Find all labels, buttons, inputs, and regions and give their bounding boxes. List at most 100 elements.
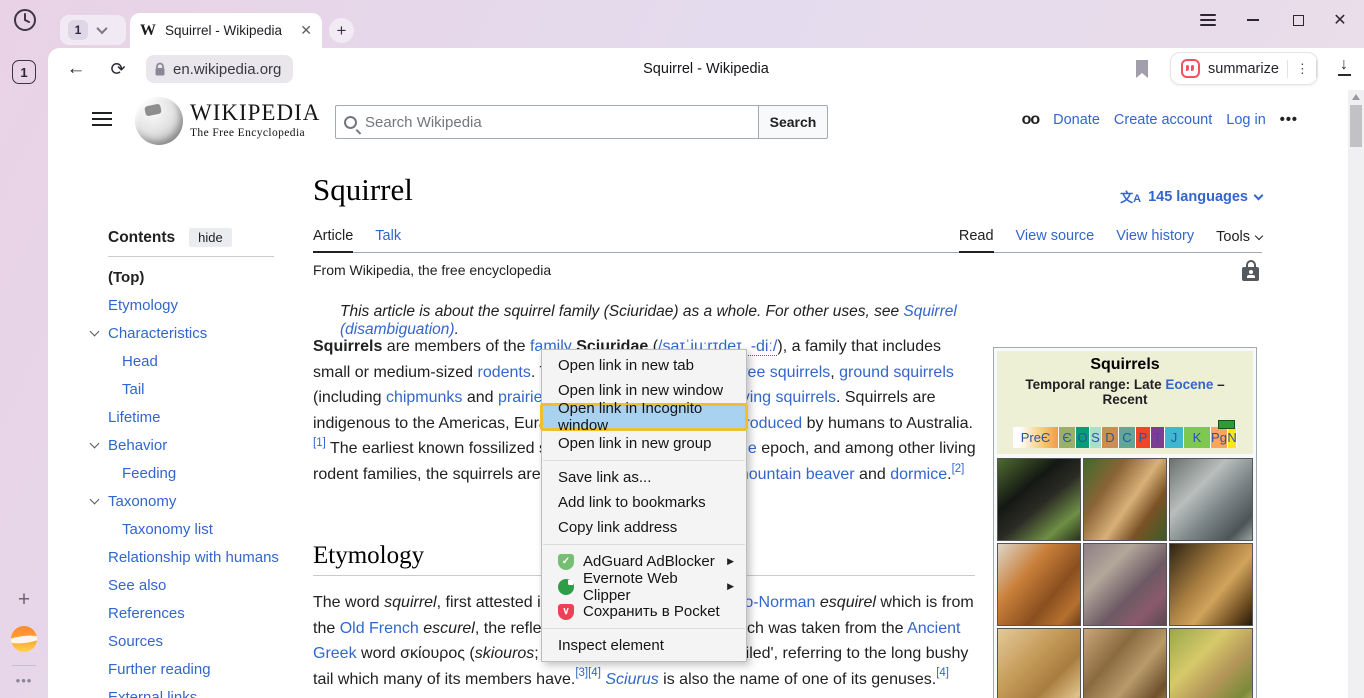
address-bar[interactable]: en.wikipedia.org: [146, 55, 293, 83]
toc-hide-button[interactable]: hide: [189, 228, 232, 247]
context-menu-item[interactable]: Open link in new tab: [542, 353, 746, 378]
toc-item[interactable]: See also: [85, 571, 311, 599]
header-more-icon[interactable]: •••: [1280, 112, 1298, 128]
tab-view-source[interactable]: View source: [1016, 228, 1095, 252]
timescale-segment[interactable]: K: [1184, 427, 1211, 448]
inline-link[interactable]: [2]: [952, 463, 965, 475]
tab-read[interactable]: Read: [959, 228, 994, 253]
minimize-button[interactable]: [1243, 10, 1263, 30]
squirrel-photo[interactable]: [997, 543, 1081, 626]
tab-view-history[interactable]: View history: [1116, 228, 1194, 252]
inline-link[interactable]: dormice: [890, 466, 947, 483]
toc-item[interactable]: Relationship with humans: [85, 543, 311, 571]
inline-link[interactable]: Sciurus: [605, 671, 658, 688]
tab-close-icon[interactable]: ✕: [300, 22, 312, 39]
login-link[interactable]: Log in: [1226, 112, 1266, 128]
timescale-segment[interactable]: Є: [1059, 427, 1076, 448]
timescale-segment[interactable]: J: [1165, 427, 1184, 448]
search-input[interactable]: [365, 114, 750, 131]
history-clock-icon[interactable]: [12, 7, 38, 33]
inline-link[interactable]: [3][4]: [575, 667, 601, 679]
inline-link[interactable]: [4]: [936, 667, 949, 679]
timescale-segment[interactable]: S: [1090, 427, 1102, 448]
squirrel-photo[interactable]: [1169, 628, 1253, 698]
tab-group-chip[interactable]: 1: [60, 15, 126, 45]
toc-item[interactable]: Head: [85, 347, 311, 375]
timescale-segment[interactable]: PreЄ: [1013, 427, 1059, 448]
toc-item[interactable]: Further reading: [85, 655, 311, 683]
chevron-down-icon[interactable]: [96, 23, 107, 34]
squirrel-photo[interactable]: [997, 458, 1081, 541]
tab-tools[interactable]: Tools: [1216, 228, 1262, 252]
squirrel-photo[interactable]: [1083, 628, 1167, 698]
back-button[interactable]: ←: [62, 55, 90, 83]
wikipedia-globe-logo[interactable]: [135, 97, 183, 145]
maximize-button[interactable]: [1288, 10, 1308, 30]
toc-item[interactable]: Feeding: [85, 459, 311, 487]
squirrel-photo[interactable]: [1083, 543, 1167, 626]
toc-item[interactable]: Taxonomy list: [85, 515, 311, 543]
bookmark-icon[interactable]: [1134, 59, 1150, 84]
languages-button[interactable]: 文A 145 languages: [1120, 187, 1262, 206]
inline-link[interactable]: Old French: [340, 620, 419, 637]
chevron-down-icon[interactable]: [90, 439, 100, 449]
wikimedia-oo-icon[interactable]: oo: [1022, 111, 1040, 129]
timescale-segment[interactable]: C: [1119, 427, 1136, 448]
toc-item[interactable]: References: [85, 599, 311, 627]
yandex-app-icon[interactable]: [11, 626, 37, 652]
summarize-button[interactable]: summarize ⋮: [1170, 52, 1318, 85]
browser-tab[interactable]: W Squirrel - Wikipedia ✕: [130, 13, 322, 48]
new-tab-button[interactable]: +: [329, 18, 354, 43]
context-menu-item[interactable]: Open link in Incognito window: [540, 403, 748, 431]
squirrel-photo[interactable]: [1169, 543, 1253, 626]
context-menu-item[interactable]: Open link in new group: [542, 431, 746, 456]
page-scrollbar[interactable]: [1348, 90, 1364, 698]
inline-link[interactable]: ground squirrels: [839, 364, 954, 381]
search-button[interactable]: Search: [758, 105, 828, 139]
timescale-segment[interactable]: D: [1102, 427, 1119, 448]
inline-link[interactable]: rodents: [477, 364, 530, 381]
toc-item[interactable]: Sources: [85, 627, 311, 655]
toc-item[interactable]: Tail: [85, 375, 311, 403]
toc-item[interactable]: Etymology: [85, 291, 311, 319]
summarize-more-icon[interactable]: ⋮: [1296, 61, 1309, 77]
toc-item[interactable]: Lifetime: [85, 403, 311, 431]
toc-item[interactable]: Characteristics: [85, 319, 311, 347]
inline-link[interactable]: [1]: [313, 437, 326, 449]
wiki-search-box[interactable]: [335, 105, 759, 139]
context-menu-item[interactable]: Add link to bookmarks: [542, 490, 746, 515]
create-account-link[interactable]: Create account: [1114, 112, 1212, 128]
chevron-down-icon[interactable]: [90, 495, 100, 505]
window-close-button[interactable]: ✕: [1330, 10, 1350, 30]
tab-talk[interactable]: Talk: [375, 228, 401, 252]
squirrel-photo[interactable]: [997, 628, 1081, 698]
context-menu-item[interactable]: Inspect element: [542, 633, 746, 658]
toc-item[interactable]: Taxonomy: [85, 487, 311, 515]
inline-link[interactable]: Eocene: [1165, 377, 1213, 392]
browser-menu-icon[interactable]: [1198, 10, 1218, 30]
context-menu-item[interactable]: ∨Сохранить в Pocket: [542, 599, 746, 624]
rail-more-icon[interactable]: •••: [0, 673, 48, 688]
timescale-segment[interactable]: O: [1076, 427, 1090, 448]
rail-add-icon[interactable]: +: [0, 588, 48, 612]
chevron-down-icon[interactable]: [90, 327, 100, 337]
inline-link[interactable]: flying squirrels: [734, 389, 836, 406]
page-protection-lock-icon[interactable]: [1242, 260, 1259, 281]
squirrel-photo[interactable]: [1083, 458, 1167, 541]
scrollbar-up-arrow[interactable]: [1352, 94, 1360, 100]
toc-item[interactable]: Behavior: [85, 431, 311, 459]
timescale-segment[interactable]: Pg: [1211, 427, 1228, 448]
inline-link[interactable]: chipmunks: [386, 389, 462, 406]
sidebar-panel-button[interactable]: 1: [12, 60, 36, 84]
timescale-segment[interactable]: N: [1228, 427, 1237, 448]
timescale-segment[interactable]: T: [1151, 427, 1165, 448]
reload-button[interactable]: ⟳: [104, 55, 132, 83]
inline-link[interactable]: mountain beaver: [735, 466, 854, 483]
downloads-icon[interactable]: ↓: [1332, 56, 1356, 82]
toc-item[interactable]: (Top): [85, 263, 311, 291]
scrollbar-thumb[interactable]: [1350, 105, 1362, 147]
wiki-menu-icon[interactable]: [92, 112, 112, 126]
context-menu-item[interactable]: Copy link address: [542, 515, 746, 540]
wikipedia-wordmark[interactable]: WIKIPEDIA The Free Encyclopedia: [190, 100, 320, 139]
tab-article[interactable]: Article: [313, 228, 353, 253]
